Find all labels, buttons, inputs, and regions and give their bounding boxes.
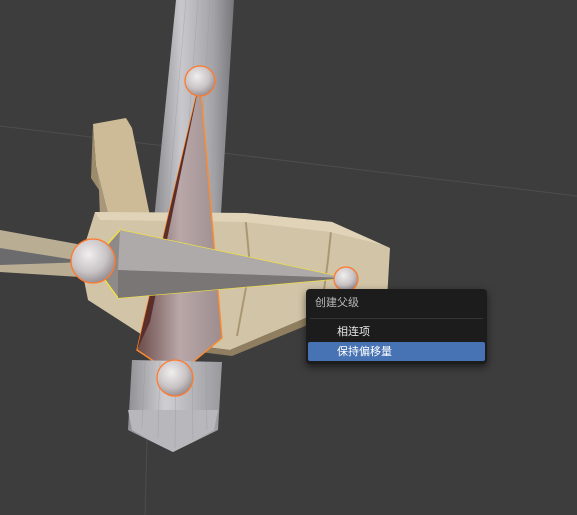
menu-item-connected[interactable]: 相连项: [308, 322, 485, 341]
bone-joint-icon[interactable]: [184, 65, 216, 97]
menu-title: 创建父级: [315, 296, 359, 309]
menu-separator: [310, 318, 483, 319]
bone-joint-icon[interactable]: [156, 359, 194, 397]
viewport-scene[interactable]: [0, 0, 577, 515]
context-menu-make-parent[interactable]: 创建父级 相连项 保持偏移量: [306, 289, 487, 364]
bone-joint-icon[interactable]: [70, 238, 116, 284]
menu-item-keep-offset[interactable]: 保持偏移量: [308, 342, 485, 361]
3d-viewport[interactable]: 创建父级 相连项 保持偏移量: [0, 0, 577, 515]
bone-joint-icon[interactable]: [333, 266, 359, 292]
